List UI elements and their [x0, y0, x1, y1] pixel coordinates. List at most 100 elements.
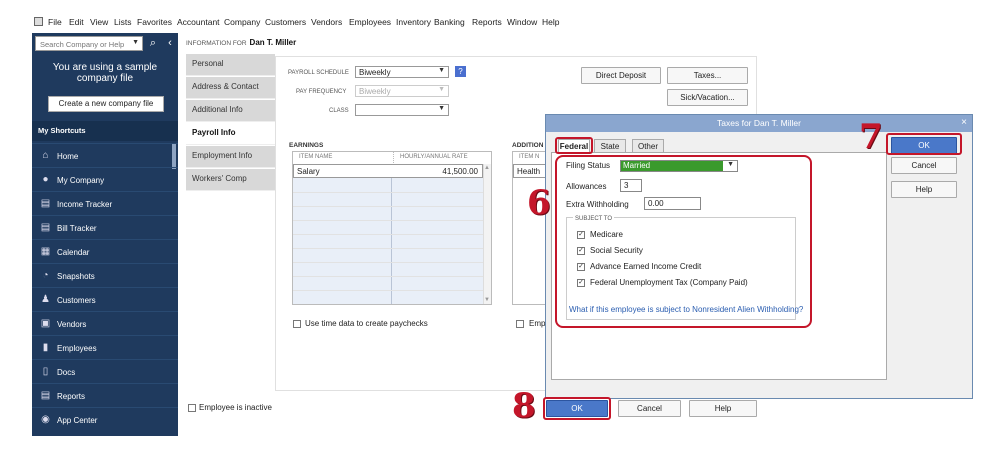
sidebar: Search Company or Help ▼ ⌕ ‹ You are usin…	[32, 33, 178, 436]
footer-ok-highlight	[543, 397, 611, 420]
employee-tabs: Personal Address & Contact Additional In…	[186, 54, 275, 394]
chevron-down-icon: ▼	[438, 105, 445, 112]
sidebar-item-bill-tracker[interactable]: ▤ Bill Tracker	[32, 215, 178, 239]
sidebar-item-snapshots[interactable]: ◔ Snapshots	[32, 263, 178, 287]
employee-name: Dan T. Miller	[249, 38, 297, 47]
menu-window[interactable]: Window	[507, 17, 537, 27]
scroll-up-icon[interactable]: ▲	[484, 165, 490, 171]
sample-line-2: company file	[76, 73, 134, 84]
ok-highlight	[886, 133, 962, 155]
search-placeholder: Search Company or Help	[40, 40, 125, 49]
sidebar-item-app-center[interactable]: ◉ App Center	[32, 407, 178, 431]
menu-company[interactable]: Company	[224, 17, 260, 27]
income-icon: ▤	[40, 198, 51, 209]
menu-accountant[interactable]: Accountant	[177, 17, 220, 27]
tab-payroll-info[interactable]: Payroll Info	[186, 123, 275, 145]
direct-deposit-button[interactable]: Direct Deposit	[581, 67, 661, 84]
menu-customers[interactable]: Customers	[265, 17, 306, 27]
sidebar-item-label: Docs	[57, 368, 76, 377]
home-icon: ⌂	[42, 150, 49, 161]
sidebar-item-employees[interactable]: ▮ Employees	[32, 335, 178, 359]
chevron-down-icon: ▼	[438, 86, 445, 93]
report-icon: ▤	[40, 390, 51, 401]
tab-employment-info[interactable]: Employment Info	[186, 146, 275, 168]
col-addition-item: ITEM N	[519, 154, 540, 160]
sidebar-item-label: My Company	[57, 176, 105, 185]
class-label: CLASS	[329, 108, 349, 114]
sick-vacation-button[interactable]: Sick/Vacation...	[667, 89, 748, 106]
dialog-title: Taxes for Dan T. Miller	[546, 115, 972, 132]
row-divider	[293, 220, 483, 234]
tab-personal[interactable]: Personal	[186, 54, 275, 76]
menu-view[interactable]: View	[90, 17, 108, 27]
row-divider	[293, 206, 483, 220]
sidebar-item-label: App Center	[57, 416, 98, 425]
sidebar-item-label: Home	[57, 152, 79, 161]
class-select[interactable]: ▼	[355, 104, 449, 116]
dialog-cancel-button[interactable]: Cancel	[891, 157, 957, 174]
federal-highlight	[555, 137, 593, 154]
schedule-label: PAYROLL SCHEDULE	[288, 70, 349, 76]
taxes-button[interactable]: Taxes...	[667, 67, 748, 84]
sample-notice: You are using a sample company file	[32, 62, 178, 84]
inactive-label: Employee is inactive	[199, 403, 272, 412]
sidebar-item-label: Snapshots	[57, 272, 95, 281]
menu-inventory[interactable]: Inventory	[396, 17, 431, 27]
menu-lists[interactable]: Lists	[114, 17, 131, 27]
dialog-help-button[interactable]: Help	[891, 181, 957, 198]
help-icon[interactable]: ?	[455, 66, 466, 77]
menu-edit[interactable]: Edit	[69, 17, 84, 27]
sidebar-item-customers[interactable]: ♟ Customers	[32, 287, 178, 311]
menu-favorites[interactable]: Favorites	[137, 17, 172, 27]
footer-cancel-button[interactable]: Cancel	[618, 400, 681, 417]
footer-help-button[interactable]: Help	[689, 400, 757, 417]
menu-file[interactable]: File	[48, 17, 62, 27]
table-row[interactable]: Salary 41,500.00	[293, 164, 483, 178]
sidebar-item-home[interactable]: ⌂ Home	[32, 143, 178, 167]
time-data-label: Use time data to create paychecks	[305, 319, 428, 328]
app-menu-icon[interactable]	[34, 17, 43, 26]
time-data-checkbox[interactable]	[293, 320, 301, 328]
collapse-icon[interactable]: ‹	[162, 36, 178, 51]
tab-workers-comp[interactable]: Workers' Comp	[186, 169, 275, 191]
table-scrollbar[interactable]: ▲ ▼	[483, 164, 491, 304]
sidebar-item-income-tracker[interactable]: ▤ Income Tracker	[32, 191, 178, 215]
sidebar-item-docs[interactable]: ▯ Docs	[32, 359, 178, 383]
menu-vendors[interactable]: Vendors	[311, 17, 342, 27]
menu-banking[interactable]: Banking	[434, 17, 465, 27]
sidebar-item-label: Reports	[57, 392, 86, 401]
employee-icon: ▮	[42, 342, 49, 353]
item-name: Salary	[297, 167, 320, 176]
bill-icon: ▤	[40, 222, 51, 233]
scroll-down-icon[interactable]: ▼	[484, 297, 490, 303]
sidebar-item-label: Income Tracker	[57, 200, 113, 209]
table-row[interactable]: Health	[513, 164, 547, 178]
chevron-down-icon[interactable]: ▼	[132, 39, 139, 46]
search-input[interactable]: Search Company or Help ▼	[35, 36, 143, 51]
tab-other[interactable]: Other	[632, 139, 664, 153]
create-company-button[interactable]: Create a new company file	[48, 96, 164, 112]
sidebar-item-vendors[interactable]: ▣ Vendors	[32, 311, 178, 335]
schedule-value: Biweekly	[359, 68, 391, 77]
federal-panel-highlight	[555, 155, 812, 328]
inactive-checkbox[interactable]	[188, 404, 196, 412]
menu-reports[interactable]: Reports	[472, 17, 502, 27]
chevron-down-icon: ▼	[438, 67, 445, 74]
schedule-select[interactable]: Biweekly ▼	[355, 66, 449, 78]
sidebar-item-calendar[interactable]: ▦ Calendar	[32, 239, 178, 263]
sidebar-item-reports[interactable]: ▤ Reports	[32, 383, 178, 407]
search-icon[interactable]: ⌕	[145, 36, 161, 51]
emp-checkbox[interactable]	[516, 320, 524, 328]
menu-employees[interactable]: Employees	[349, 17, 391, 27]
tab-state[interactable]: State	[594, 139, 626, 153]
tab-address-contact[interactable]: Address & Contact	[186, 77, 275, 99]
earnings-title: EARNINGS	[289, 142, 324, 149]
earnings-table: ITEM NAME HOURLY/ANNUAL RATE Salary 41,5…	[292, 151, 492, 305]
close-icon[interactable]: ×	[961, 117, 967, 128]
menu-help[interactable]: Help	[542, 17, 559, 27]
frequency-label: PAY FREQUENCY	[296, 89, 347, 95]
row-divider	[293, 290, 483, 304]
sidebar-item-my-company[interactable]: ● My Company	[32, 167, 178, 191]
row-divider	[293, 276, 483, 290]
tab-additional-info[interactable]: Additional Info	[186, 100, 275, 122]
